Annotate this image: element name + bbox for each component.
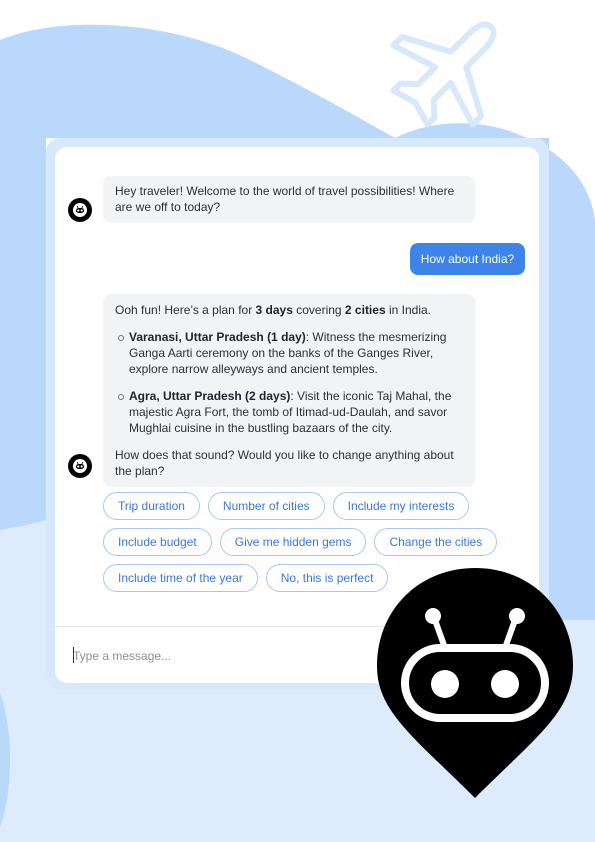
chip-trip-duration[interactable]: Trip duration xyxy=(103,492,200,520)
chip-change-the-cities[interactable]: Change the cities xyxy=(374,528,498,556)
message-input[interactable] xyxy=(73,647,373,665)
bot-message-plan: Ooh fun! Here’s a plan for 3 days coveri… xyxy=(103,294,475,487)
robot-map-pin-icon xyxy=(377,568,573,798)
robot-avatar-icon xyxy=(73,203,87,217)
plan-intro: Ooh fun! Here’s a plan for 3 days coveri… xyxy=(115,303,431,317)
plan-list: Varanasi, Uttar Pradesh (1 day): Witness… xyxy=(115,329,463,436)
chip-number-of-cities[interactable]: Number of cities xyxy=(207,492,325,520)
bot-avatar xyxy=(68,198,92,222)
chip-include-budget[interactable]: Include budget xyxy=(103,528,212,556)
chip-include-my-interests[interactable]: Include my interests xyxy=(332,492,470,520)
text-caret xyxy=(73,647,74,663)
user-message-text: How about India? xyxy=(420,252,515,266)
chip-give-me-hidden-gems[interactable]: Give me hidden gems xyxy=(219,528,367,556)
bot-message-greeting: Hey traveler! Welcome to the world of tr… xyxy=(103,176,475,223)
chip-row: Trip duration Number of cities Include m… xyxy=(103,492,523,520)
bot-message-text: Hey traveler! Welcome to the world of tr… xyxy=(115,184,455,214)
plan-item-agra: Agra, Uttar Pradesh (2 days): Visit the … xyxy=(115,388,463,436)
robot-avatar-icon xyxy=(73,459,87,473)
chip-include-time-of-the-year[interactable]: Include time of the year xyxy=(103,564,258,592)
chip-no-this-is-perfect[interactable]: No, this is perfect xyxy=(265,564,389,592)
chip-row: Include budget Give me hidden gems Chang… xyxy=(103,528,523,556)
plan-closing: How does that sound? Would you like to c… xyxy=(115,448,454,478)
user-message: How about India? xyxy=(410,243,525,275)
plan-item-varanasi: Varanasi, Uttar Pradesh (1 day): Witness… xyxy=(115,329,463,377)
bot-avatar xyxy=(68,454,92,478)
